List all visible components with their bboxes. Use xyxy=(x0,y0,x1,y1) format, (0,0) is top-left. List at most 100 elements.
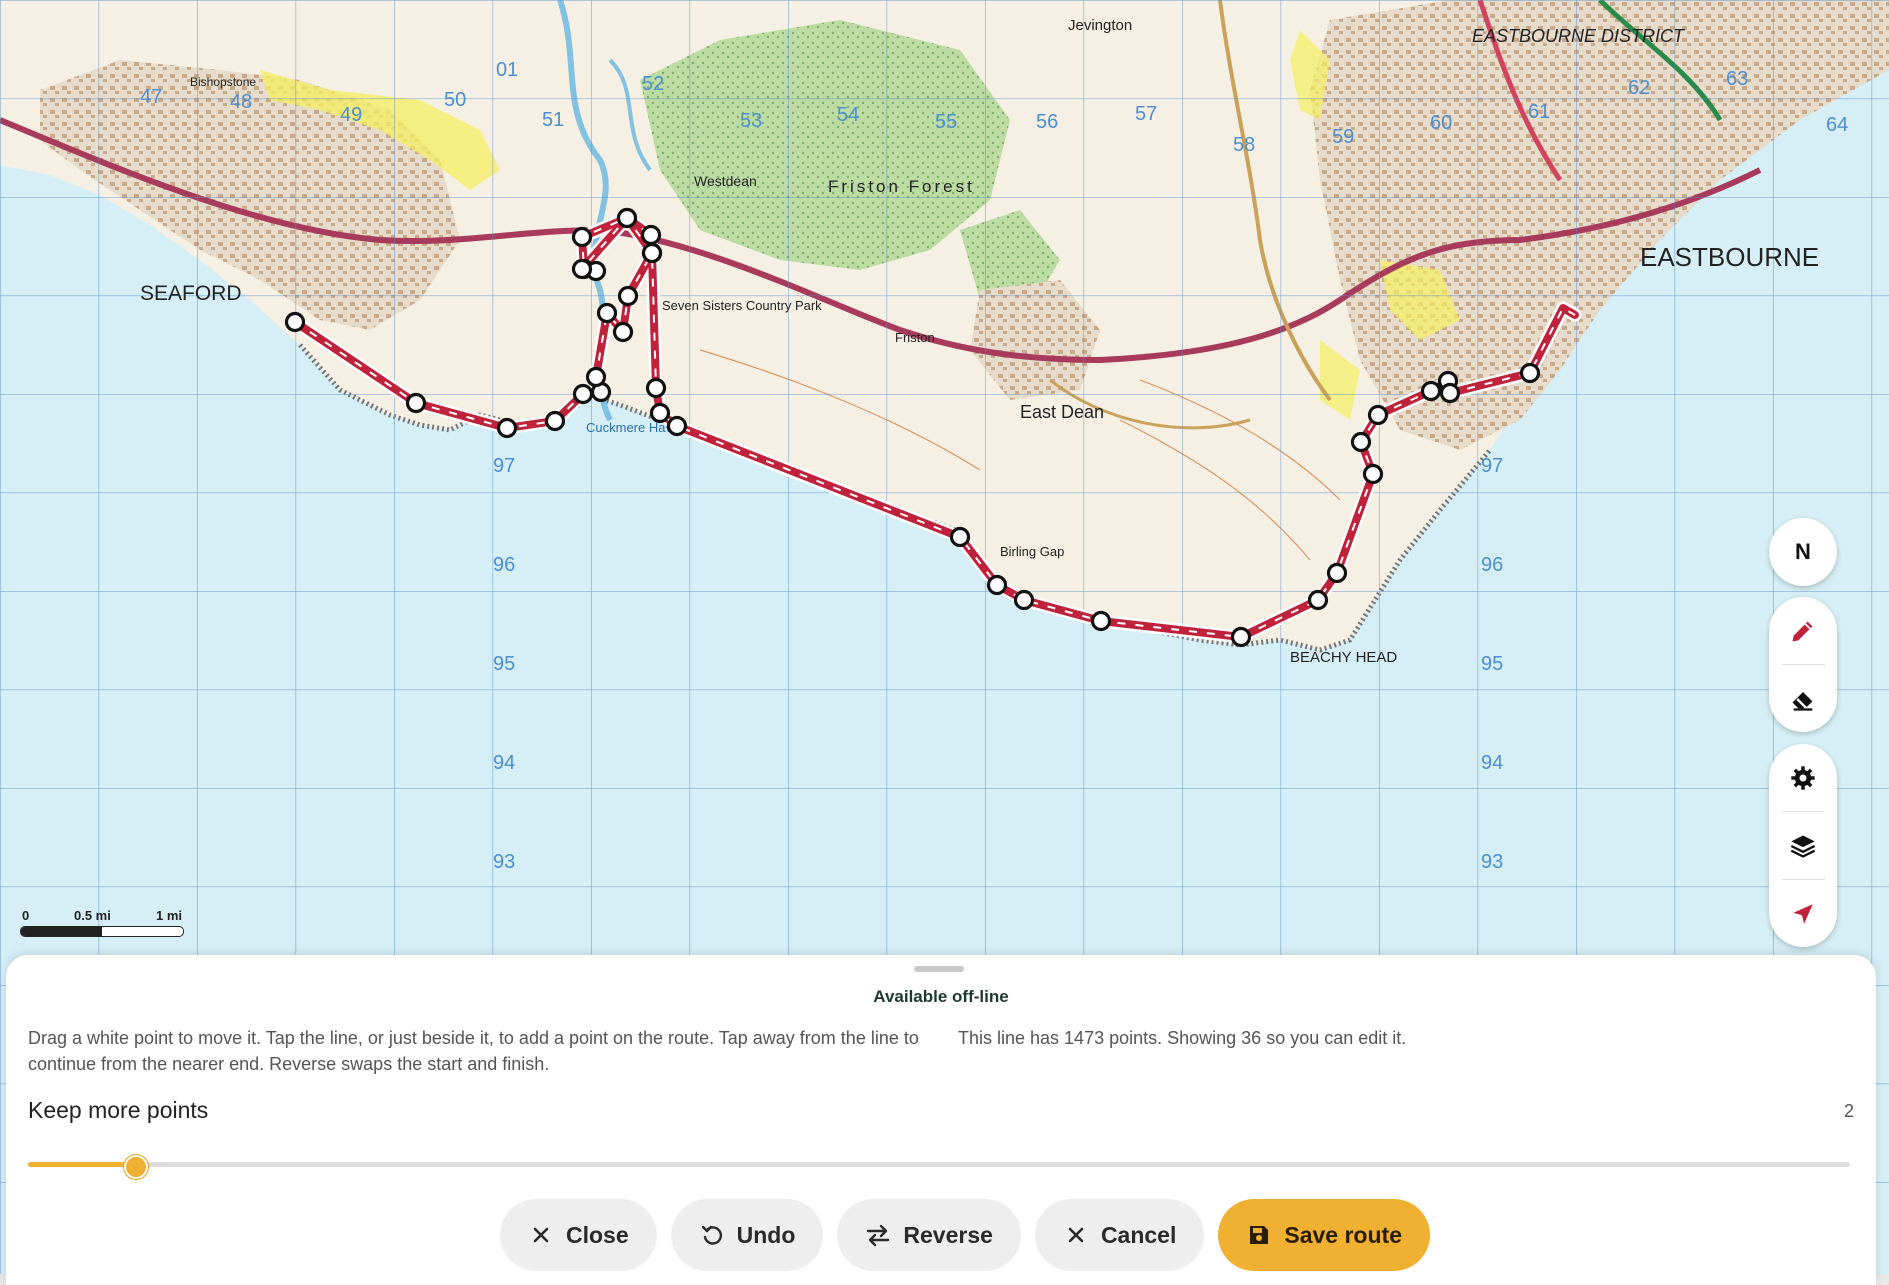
grid-label-top: 01 xyxy=(496,59,518,81)
cancel-button[interactable]: Cancel xyxy=(1034,1199,1205,1271)
route-point[interactable] xyxy=(617,285,639,307)
pencil-icon xyxy=(1792,621,1813,641)
offline-status: Available off-line xyxy=(873,987,1009,1006)
undo-button[interactable]: Undo xyxy=(670,1199,824,1271)
label-birling-gap: Birling Gap xyxy=(1000,544,1064,559)
grid-label-top: 64 xyxy=(1826,114,1848,136)
scale-bar: 0 0.5 mi 1 mi xyxy=(20,908,190,938)
save-icon xyxy=(1246,1222,1272,1248)
route-point[interactable] xyxy=(1230,626,1252,648)
route-point[interactable] xyxy=(640,224,662,246)
save-route-label: Save route xyxy=(1284,1221,1402,1248)
route-point[interactable] xyxy=(666,415,688,437)
cancel-icon xyxy=(1063,1222,1089,1248)
edit-help-text: Drag a white point to move it. Tap the l… xyxy=(28,1028,919,1074)
undo-label: Undo xyxy=(736,1221,796,1248)
route-point[interactable] xyxy=(645,377,667,399)
save-route-button[interactable]: Save route xyxy=(1218,1199,1430,1271)
route-point[interactable] xyxy=(612,321,634,343)
north-button[interactable]: N xyxy=(1769,518,1837,586)
scale-bar-graphic xyxy=(20,926,184,937)
route-point[interactable] xyxy=(571,226,593,248)
route-point[interactable] xyxy=(585,366,607,388)
close-icon xyxy=(528,1222,554,1248)
layers-button[interactable] xyxy=(1769,812,1837,879)
route-point[interactable] xyxy=(1326,562,1348,584)
grid-label-side: 95 xyxy=(1481,653,1503,675)
panel-drag-handle[interactable] xyxy=(914,966,964,972)
route-point[interactable] xyxy=(1439,382,1461,404)
grid-label-top: 54 xyxy=(837,104,859,126)
label-seaford: SEAFORD xyxy=(140,282,242,305)
slider-fill xyxy=(28,1162,134,1167)
route-point[interactable] xyxy=(571,258,593,280)
route-point[interactable] xyxy=(1367,404,1389,426)
route-point[interactable] xyxy=(1013,589,1035,611)
grid-label-top: 60 xyxy=(1430,112,1452,134)
locate-icon xyxy=(1793,903,1813,924)
eraser-button[interactable] xyxy=(1769,665,1837,732)
label-friston-forest: Friston Forest xyxy=(828,177,975,196)
route-point[interactable] xyxy=(1519,362,1541,384)
pencil-button[interactable] xyxy=(1769,597,1837,664)
route-point[interactable] xyxy=(1350,431,1372,453)
slider-thumb[interactable] xyxy=(123,1155,148,1179)
grid-label-top: 58 xyxy=(1233,134,1255,156)
grid-label-side: 97 xyxy=(1481,455,1503,477)
action-bar: Close Undo Reverse Cancel Save route xyxy=(500,1199,1430,1271)
grid-label-side: 94 xyxy=(1481,752,1503,774)
route-point[interactable] xyxy=(405,392,427,414)
keep-points-slider[interactable] xyxy=(28,1153,1850,1179)
grid-label-top: 55 xyxy=(935,111,957,133)
eraser-icon xyxy=(1792,691,1813,711)
edit-tool-group xyxy=(1769,597,1837,732)
cancel-label: Cancel xyxy=(1100,1221,1177,1248)
reverse-button[interactable]: Reverse xyxy=(837,1199,1021,1271)
grid-label-top: 48 xyxy=(230,91,252,113)
grid-label-side: 96 xyxy=(1481,554,1503,576)
route-point[interactable] xyxy=(572,383,594,405)
reverse-label: Reverse xyxy=(903,1221,993,1248)
label-eastbourne-district: EASTBOURNE DISTRICT xyxy=(1472,26,1686,46)
label-jevington: Jevington xyxy=(1068,17,1132,34)
grid-label-top: 63 xyxy=(1726,68,1748,90)
route-point[interactable] xyxy=(949,526,971,548)
route-point[interactable] xyxy=(496,417,518,439)
grid-label-top: 49 xyxy=(340,104,362,126)
map-settings-group xyxy=(1769,744,1837,947)
north-label: N xyxy=(1795,539,1811,564)
route-point[interactable] xyxy=(616,207,638,229)
close-button[interactable]: Close xyxy=(500,1199,657,1271)
swap-icon xyxy=(865,1222,891,1248)
scale-one: 1 mi xyxy=(156,908,183,923)
grid-label-top: 56 xyxy=(1036,111,1058,133)
route-point[interactable] xyxy=(649,402,671,424)
slider-track[interactable] xyxy=(28,1162,1850,1167)
close-label: Close xyxy=(566,1221,629,1248)
settings-button[interactable] xyxy=(1769,744,1837,811)
route-point[interactable] xyxy=(596,302,618,324)
point-count-text: This line has 1473 points. Showing 36 so… xyxy=(958,1028,1407,1048)
route-point[interactable] xyxy=(284,311,306,333)
grid-label-top: 47 xyxy=(140,86,162,108)
grid-label-top: 52 xyxy=(642,73,664,95)
route-point[interactable] xyxy=(1090,610,1112,632)
label-seven-sisters: Seven Sisters Country Park xyxy=(662,298,822,313)
route-point[interactable] xyxy=(1420,380,1442,402)
grid-label-side: 97 xyxy=(493,455,515,477)
grid-label-side: 93 xyxy=(1481,851,1503,873)
locate-button[interactable] xyxy=(1769,880,1837,947)
route-point[interactable] xyxy=(1362,463,1384,485)
route-edit-panel: Available off-line Drag a white point to… xyxy=(6,955,1876,1285)
route-point[interactable] xyxy=(1307,589,1329,611)
label-friston: Friston xyxy=(895,330,935,345)
grid-label-top: 51 xyxy=(542,109,564,131)
grid-label-top: 57 xyxy=(1135,103,1157,125)
route-point[interactable] xyxy=(986,574,1008,596)
keep-points-value: 2 xyxy=(1843,1101,1854,1121)
route-point[interactable] xyxy=(544,410,566,432)
scale-half: 0.5 mi xyxy=(74,908,111,923)
route-point[interactable] xyxy=(641,242,663,264)
grid-label-top: 50 xyxy=(444,89,466,111)
label-beachy-head: BEACHY HEAD xyxy=(1290,649,1397,666)
